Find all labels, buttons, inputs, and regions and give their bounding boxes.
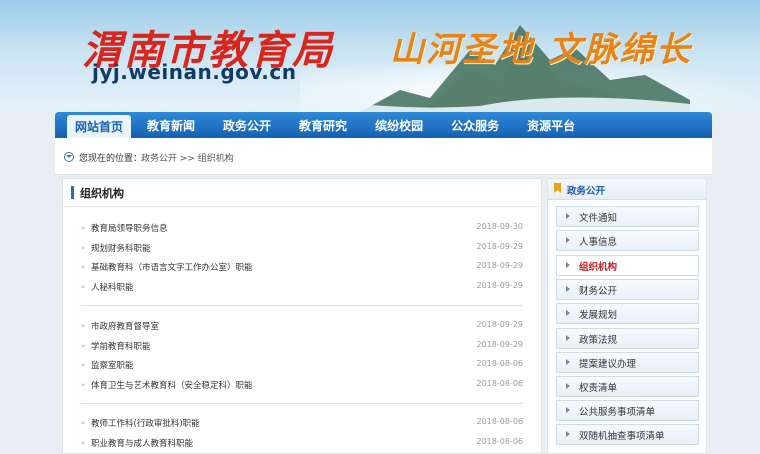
location-icon — [64, 152, 74, 162]
breadcrumb-label: 您现在的位置： — [79, 154, 143, 164]
main-nav: 网站首页 教育新闻 政务公开 教育研究 缤纷校园 公众服务 资源平台 — [55, 112, 712, 138]
sidebar-title: 政务公开 — [567, 186, 606, 197]
breadcrumb: 您现在的位置： 政务公开 >> 组织机构 — [55, 138, 712, 175]
header-banner: 渭南市教育局 jyj.weinan.gov.cn 山河圣地 文脉绵长 — [0, 0, 760, 112]
nav-item-public-service[interactable]: 公众服务 — [437, 112, 513, 138]
arrow-right-icon — [566, 359, 570, 365]
bullet-icon: » — [81, 380, 86, 389]
nav-item-home[interactable]: 网站首页 — [67, 115, 132, 138]
sidebar-item-responsibilities[interactable]: 权责清单 — [556, 376, 699, 397]
arrow-right-icon — [566, 286, 570, 292]
arrow-right-icon — [566, 213, 570, 219]
sidebar-item-proposals[interactable]: 提案建议办理 — [556, 352, 699, 373]
banner-slogan: 山河圣地 文脉绵长 — [390, 30, 692, 70]
sidebar-item-policy[interactable]: 政策法规 — [556, 328, 699, 349]
bullet-icon: » — [81, 263, 86, 272]
article-group-3: » 教师工作科(行政审批科)职能 2018-08-06 » 职业教育与成人教育科职能 2… — [81, 414, 523, 453]
breadcrumb-path[interactable]: 政务公开 >> 组织机构 — [141, 151, 234, 164]
sidebar-header: 政务公开 — [548, 179, 706, 200]
bullet-icon: » — [81, 438, 86, 447]
list-item[interactable]: » 基础教育科（市语言文字工作办公室）职能 2018-09-29 — [81, 258, 523, 278]
sidebar: 政务公开 文件通知 人事信息 组织机构 财务公开 发展规划 政策法规 提案建议办… — [547, 178, 707, 454]
list-item[interactable]: » 学前教育科职能 2018-09-29 — [81, 337, 523, 357]
sidebar-item-organization[interactable]: 组织机构 — [556, 255, 699, 276]
list-item[interactable]: » 人秘科职能 2018-09-29 — [81, 278, 523, 298]
list-item[interactable]: » 规划财务科职能 2018-09-29 — [81, 239, 523, 259]
site-logo-url: jyj.weinan.gov.cn — [92, 60, 297, 84]
content-panel: 组织机构 » 教育局领导职务信息 2018-09-30 » 规划财务科职能 2018-0… — [62, 178, 542, 454]
content-header: 组织机构 — [63, 179, 541, 207]
nav-item-research[interactable]: 教育研究 — [285, 112, 361, 138]
article-group-1: » 教育局领导职务信息 2018-09-30 » 规划财务科职能 2018-09-29 … — [81, 219, 523, 297]
page-title: 组织机构 — [80, 187, 124, 200]
nav-item-campus[interactable]: 缤纷校园 — [361, 112, 437, 138]
divider — [81, 403, 523, 404]
bullet-icon: » — [81, 282, 86, 291]
sidebar-item-random-inspection[interactable]: 双随机抽查事项清单 — [556, 424, 699, 445]
arrow-right-icon — [566, 383, 570, 389]
list-item[interactable]: » 市政府教育督导室 2018-09-29 — [81, 317, 523, 337]
arrow-right-icon — [566, 407, 570, 413]
divider — [81, 305, 523, 306]
nav-item-news[interactable]: 教育新闻 — [133, 112, 209, 138]
list-item[interactable]: » 体育卫生与艺术教育科（安全稳定科）职能 2018-08-06 — [81, 376, 523, 396]
list-item[interactable]: » 教育局领导职务信息 2018-09-30 — [81, 219, 523, 239]
arrow-right-icon — [566, 310, 570, 316]
nav-item-resources[interactable]: 资源平台 — [513, 112, 589, 138]
nav-item-gov-affairs[interactable]: 政务公开 — [209, 112, 285, 138]
bookmark-icon — [554, 183, 561, 193]
title-accent-bar — [71, 186, 74, 199]
article-group-2: » 市政府教育督导室 2018-09-29 » 学前教育科职能 2018-09-29 »… — [81, 317, 523, 395]
arrow-right-icon — [566, 237, 570, 243]
arrow-right-icon — [566, 262, 570, 268]
sidebar-item-public-services[interactable]: 公共服务事项清单 — [556, 400, 699, 421]
sidebar-item-personnel[interactable]: 人事信息 — [556, 230, 699, 251]
sidebar-item-finance[interactable]: 财务公开 — [556, 279, 699, 300]
bullet-icon: » — [81, 243, 86, 252]
arrow-right-icon — [566, 335, 570, 341]
list-item[interactable]: » 监察室职能 2018-08-06 — [81, 356, 523, 376]
bullet-icon: » — [81, 341, 86, 350]
arrow-right-icon — [566, 431, 570, 437]
bullet-icon: » — [81, 361, 86, 370]
sidebar-item-planning[interactable]: 发展规划 — [556, 303, 699, 324]
list-item[interactable]: » 教师工作科(行政审批科)职能 2018-08-06 — [81, 414, 523, 434]
bullet-icon: » — [81, 419, 86, 427]
list-item[interactable]: » 职业教育与成人教育科职能 2018-08-06 — [81, 434, 523, 454]
bullet-icon: » — [81, 322, 86, 330]
sidebar-item-notices[interactable]: 文件通知 — [556, 206, 699, 227]
bullet-icon: » — [81, 224, 86, 232]
